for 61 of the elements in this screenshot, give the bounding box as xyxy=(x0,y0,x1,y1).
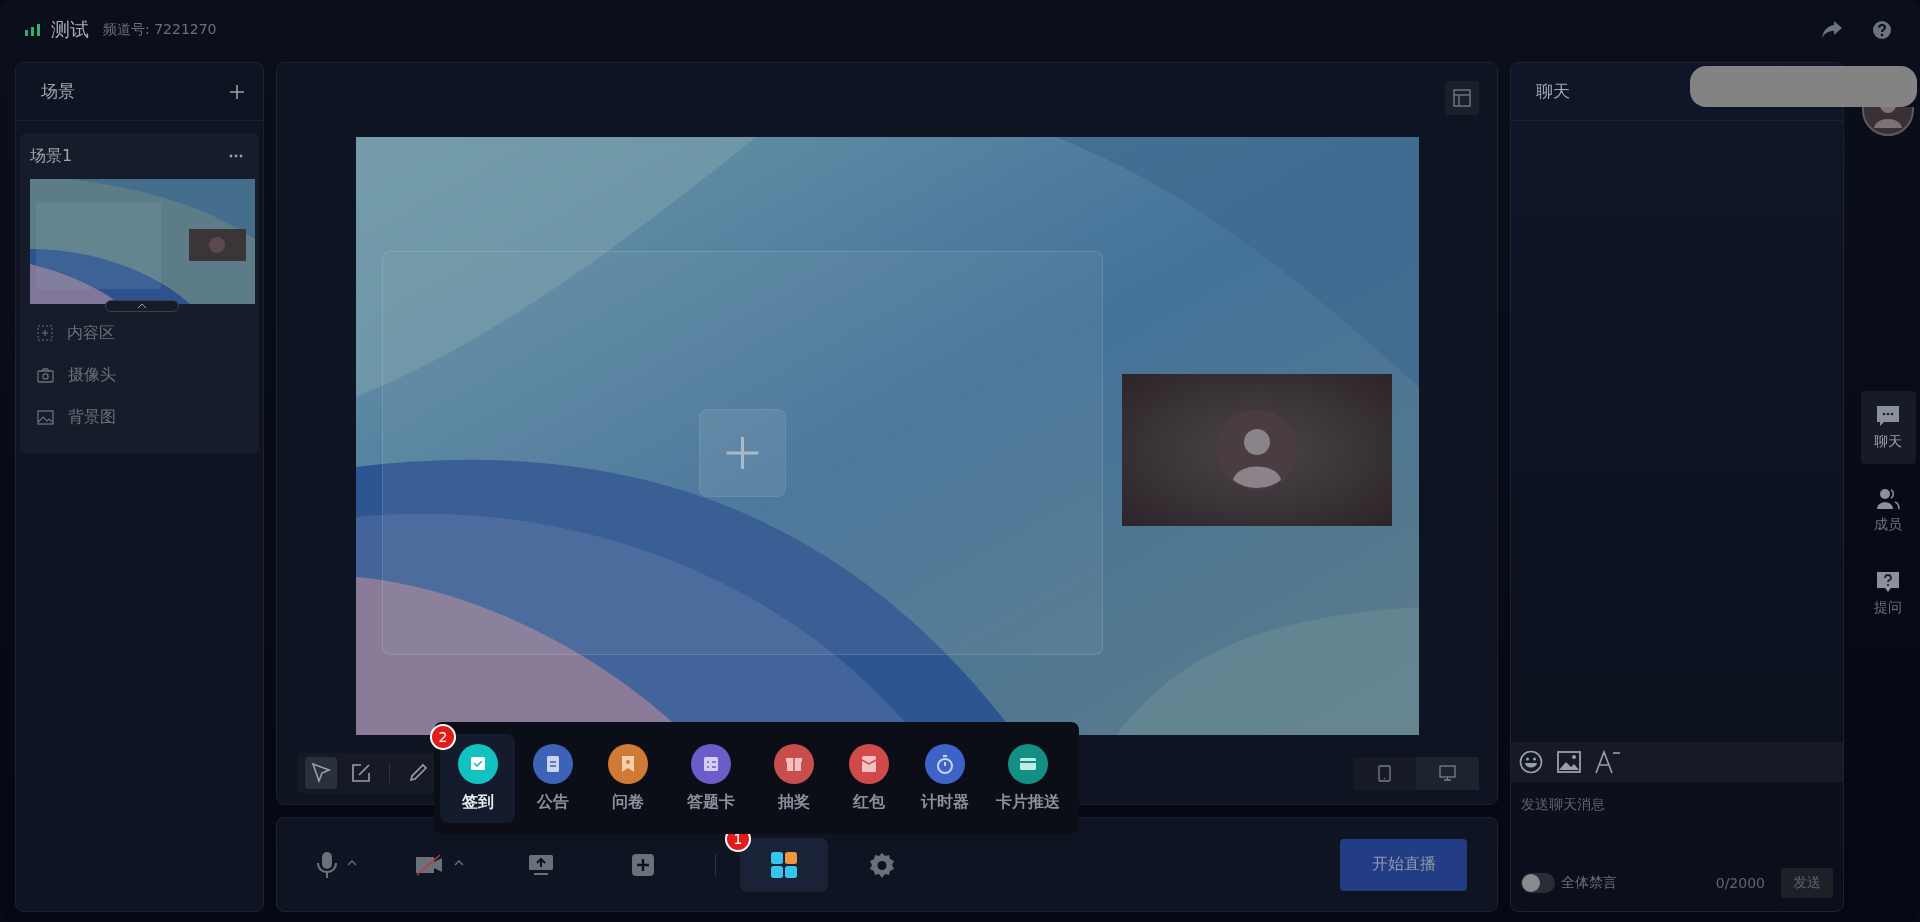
scene-card[interactable]: 场景1 内容区 摄像头 背景图 xyxy=(20,133,259,454)
grid-icon xyxy=(770,850,798,879)
app-icon xyxy=(457,743,498,784)
microphone-icon xyxy=(317,850,337,879)
layout-icon[interactable] xyxy=(1445,81,1479,115)
step-badge: 2 xyxy=(430,724,456,750)
settings-icon xyxy=(868,850,896,879)
layer-label[interactable]: 摄像头 xyxy=(68,364,116,386)
signal-icon xyxy=(25,24,41,36)
camera-icon xyxy=(37,367,54,383)
chat-title: 聊天 xyxy=(1536,80,1570,103)
monitor-icon[interactable] xyxy=(1416,756,1479,790)
gift-icon xyxy=(774,743,815,784)
scene-name: 场景1 xyxy=(30,145,73,167)
collapse-handle[interactable] xyxy=(105,300,179,312)
app-icon xyxy=(691,743,732,784)
layer-label[interactable]: 内容区 xyxy=(67,322,115,344)
room-title: 测试 xyxy=(51,17,89,42)
app-item[interactable]: 红包 xyxy=(831,733,908,823)
mute-all-switch[interactable] xyxy=(1521,873,1555,893)
control-button[interactable] xyxy=(740,837,828,892)
app-icon xyxy=(608,743,649,784)
app-item[interactable]: 卡片推送 xyxy=(982,733,1073,823)
channel-number: 频道号: 7221270 xyxy=(103,21,217,39)
add-icon xyxy=(632,853,654,876)
message-input[interactable]: 发送聊天消息 xyxy=(1511,782,1843,867)
help-icon[interactable] xyxy=(1872,20,1892,40)
stopwatch-icon xyxy=(924,743,965,784)
mute-all-label: 全体禁言 xyxy=(1561,874,1617,892)
app-icon xyxy=(532,743,573,784)
image-icon[interactable] xyxy=(1557,751,1581,773)
side-tab[interactable]: 成员 xyxy=(1860,474,1916,547)
layer-label[interactable]: 背景图 xyxy=(68,406,116,428)
add-icon[interactable] xyxy=(229,83,245,100)
start-live-button[interactable]: 开始直播 xyxy=(1340,838,1467,891)
app-item[interactable]: 计时器 xyxy=(907,733,983,823)
app-icon xyxy=(1007,743,1048,784)
chat-bubble-icon xyxy=(1876,404,1900,427)
more-icon[interactable] xyxy=(229,154,243,158)
people-icon xyxy=(1876,487,1900,510)
font-size-icon[interactable] xyxy=(1595,750,1621,774)
scenes-title: 场景 xyxy=(41,80,75,103)
char-counter: 0/2000 xyxy=(1715,875,1765,891)
side-tab[interactable]: 提问 xyxy=(1860,557,1916,630)
side-tab[interactable]: 聊天 xyxy=(1860,391,1916,464)
camera-off-icon xyxy=(414,852,444,877)
app-item[interactable]: 答题卡 xyxy=(665,733,757,823)
image-icon xyxy=(37,409,54,425)
caret-icon xyxy=(454,859,464,866)
screen-share-icon xyxy=(528,852,554,877)
app-item[interactable]: 抽奖 xyxy=(756,733,832,823)
content-placeholder[interactable] xyxy=(381,251,1103,655)
app-item[interactable]: 问卷 xyxy=(590,733,666,823)
dashed-square-icon xyxy=(37,325,53,341)
app-icon xyxy=(849,743,890,784)
share-arrow-icon[interactable] xyxy=(1822,21,1842,39)
caret-icon xyxy=(347,859,357,866)
question-bubble-icon xyxy=(1876,570,1900,593)
app-item[interactable]: 公告 xyxy=(515,733,591,823)
emoji-icon[interactable] xyxy=(1519,750,1543,774)
cursor-icon[interactable] xyxy=(305,757,337,789)
